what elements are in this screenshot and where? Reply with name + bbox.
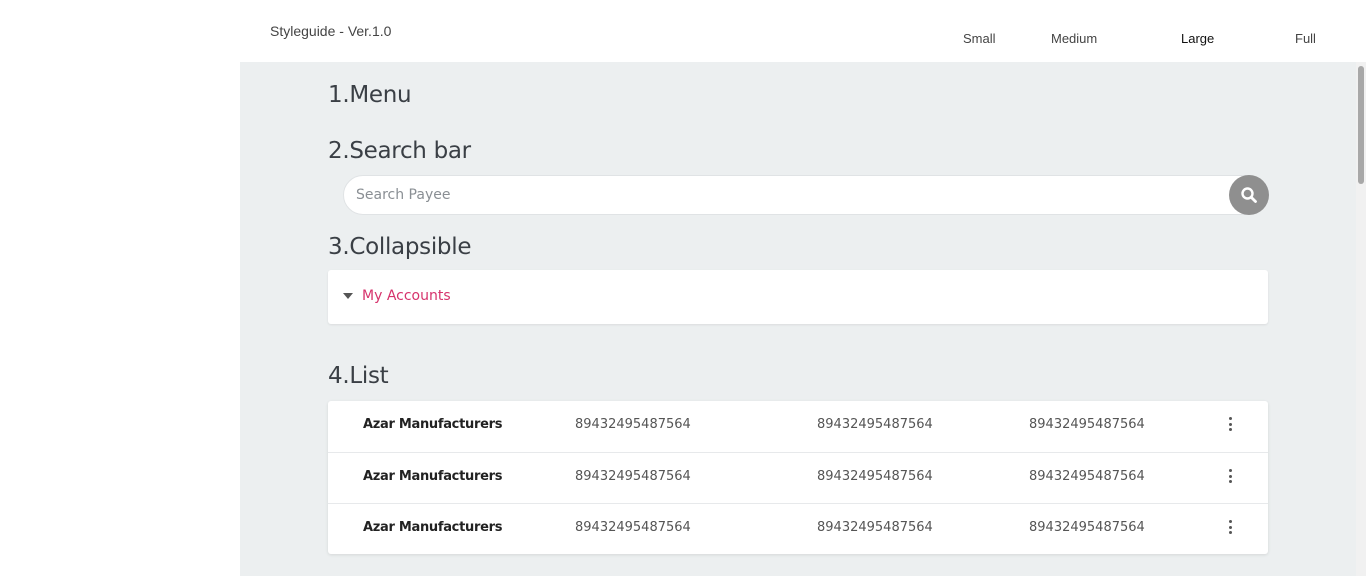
list-item[interactable]: Azar Manufacturers 89432495487564 894324… (328, 401, 1268, 452)
collapsible-my-accounts[interactable]: My Accounts (328, 270, 1268, 324)
top-bar: Styleguide - Ver.1.0 Small Medium Large … (0, 0, 1366, 62)
size-medium-link[interactable]: Medium (1051, 31, 1097, 46)
account-number: 89432495487564 (1029, 469, 1145, 484)
size-full-link[interactable]: Full (1295, 31, 1316, 46)
account-number: 89432495487564 (1029, 520, 1145, 535)
section-title-collapsible: 3.Collapsible (328, 234, 472, 260)
section-title-list: 4.List (328, 363, 389, 389)
scrollbar-thumb[interactable] (1358, 66, 1364, 184)
payee-list: Azar Manufacturers 89432495487564 894324… (328, 401, 1268, 554)
caret-down-icon (343, 293, 353, 299)
payee-name: Azar Manufacturers (363, 417, 503, 432)
app-title: Styleguide - Ver.1.0 (270, 23, 392, 39)
account-number: 89432495487564 (575, 469, 691, 484)
account-number: 89432495487564 (575, 417, 691, 432)
section-title-search: 2.Search bar (328, 138, 471, 164)
more-vertical-icon[interactable] (1226, 519, 1234, 535)
styleguide-content: 1.Menu 2.Search bar 3.Collapsible My Acc… (240, 62, 1366, 576)
account-number: 89432495487564 (575, 520, 691, 535)
account-number: 89432495487564 (817, 520, 933, 535)
payee-name: Azar Manufacturers (363, 469, 503, 484)
payee-name: Azar Manufacturers (363, 520, 503, 535)
list-item[interactable]: Azar Manufacturers 89432495487564 894324… (328, 503, 1268, 554)
size-large-link[interactable]: Large (1181, 31, 1214, 46)
search-icon (1241, 187, 1257, 203)
account-number: 89432495487564 (1029, 417, 1145, 432)
search-button[interactable] (1229, 175, 1269, 215)
size-small-link[interactable]: Small (963, 31, 996, 46)
more-vertical-icon[interactable] (1226, 468, 1234, 484)
account-number: 89432495487564 (817, 469, 933, 484)
account-number: 89432495487564 (817, 417, 933, 432)
section-title-menu: 1.Menu (328, 82, 412, 108)
vertical-scrollbar[interactable] (1356, 62, 1366, 576)
more-vertical-icon[interactable] (1226, 416, 1234, 432)
search-bar (343, 175, 1268, 215)
collapsible-label: My Accounts (362, 288, 451, 304)
list-item[interactable]: Azar Manufacturers 89432495487564 894324… (328, 452, 1268, 503)
search-input[interactable] (356, 185, 1216, 205)
